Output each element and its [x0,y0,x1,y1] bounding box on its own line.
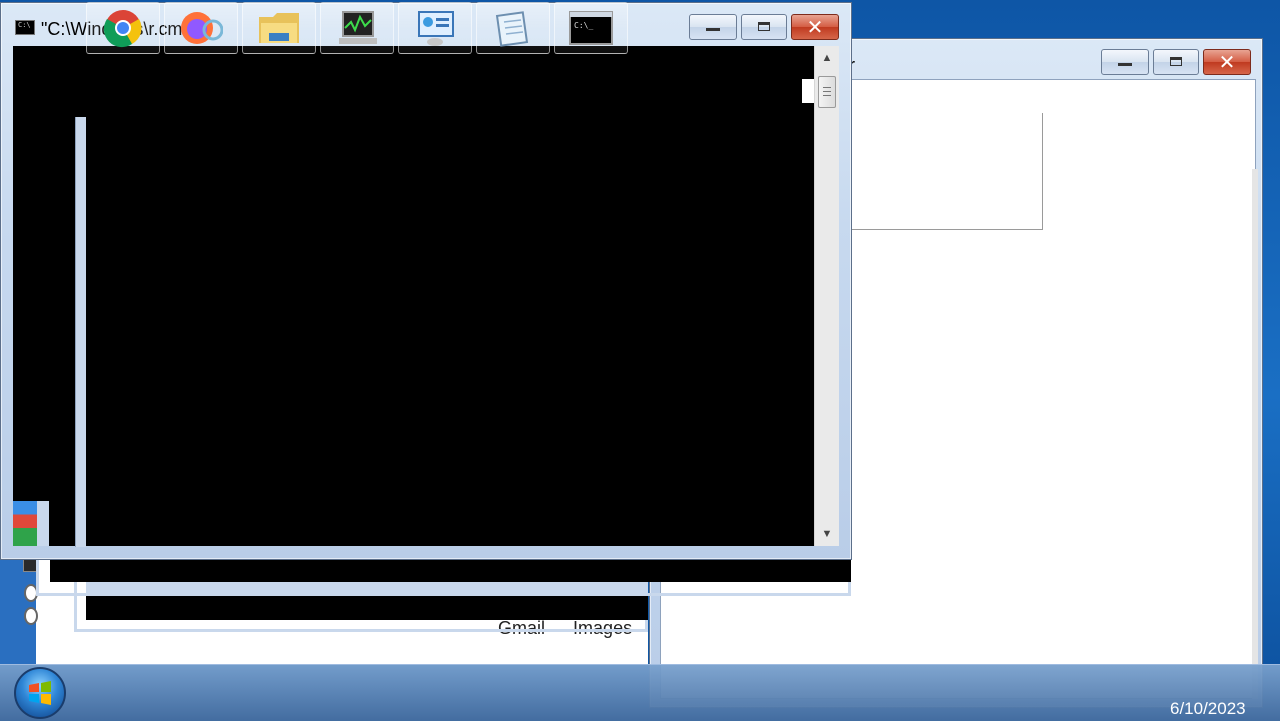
console-scrollbar[interactable]: ▲ ▼ [814,46,839,546]
bg-minimize-button[interactable] [1101,49,1149,75]
taskbar-firefox[interactable] [164,2,238,54]
minimize-button[interactable] [689,14,737,40]
browser-radio-2[interactable] [24,607,38,625]
taskbar-clock-date[interactable]: 6/10/2023 [1170,699,1246,719]
scroll-up-arrow-icon[interactable]: ▲ [815,50,839,66]
control-panel-icon [418,11,454,46]
browser-checkbox[interactable] [23,558,37,572]
chrome-icon [103,10,142,48]
background-window-scrollbar[interactable] [1252,169,1258,699]
taskbar-control-panel[interactable] [398,2,472,54]
cmd-window[interactable]: C:\ "C:\Windows\r.cmd" ✕ ▲ ▼ [0,2,852,560]
file-explorer-icon [259,13,299,43]
start-button[interactable] [14,667,66,719]
taskbar [0,664,1280,721]
taskbar-chrome[interactable] [86,2,160,54]
firefox-icon [181,12,223,44]
cascade-console-3 [86,594,648,620]
chrome-remnant [13,501,37,546]
cascade-frame-2-bar [86,582,648,594]
taskbar-command-prompt[interactable]: C:\_ [554,2,628,54]
console-output[interactable] [13,46,814,546]
background-title-fragment [802,79,814,103]
bg-maximize-button[interactable] [1153,49,1199,75]
windows-logo-icon [29,681,51,705]
cascade-window-2-edge [37,501,49,546]
notepad-icon [495,11,529,47]
svg-text:C:\_: C:\_ [574,21,593,30]
close-button[interactable]: ✕ [791,14,839,40]
command-prompt-icon: C:\_ [569,11,613,45]
cmd-window-icon: C:\ [15,20,35,35]
scroll-thumb[interactable] [818,76,836,108]
taskbar-notepad[interactable] [476,2,550,54]
task-manager-icon [339,11,377,44]
taskbar-file-explorer[interactable] [242,2,316,54]
scroll-down-arrow-icon[interactable]: ▼ [815,526,839,542]
taskbar-task-manager[interactable] [320,2,394,54]
cascade-window-inner-edge [75,117,86,547]
maximize-button[interactable] [741,14,787,40]
bg-close-button[interactable]: ✕ [1203,49,1251,75]
